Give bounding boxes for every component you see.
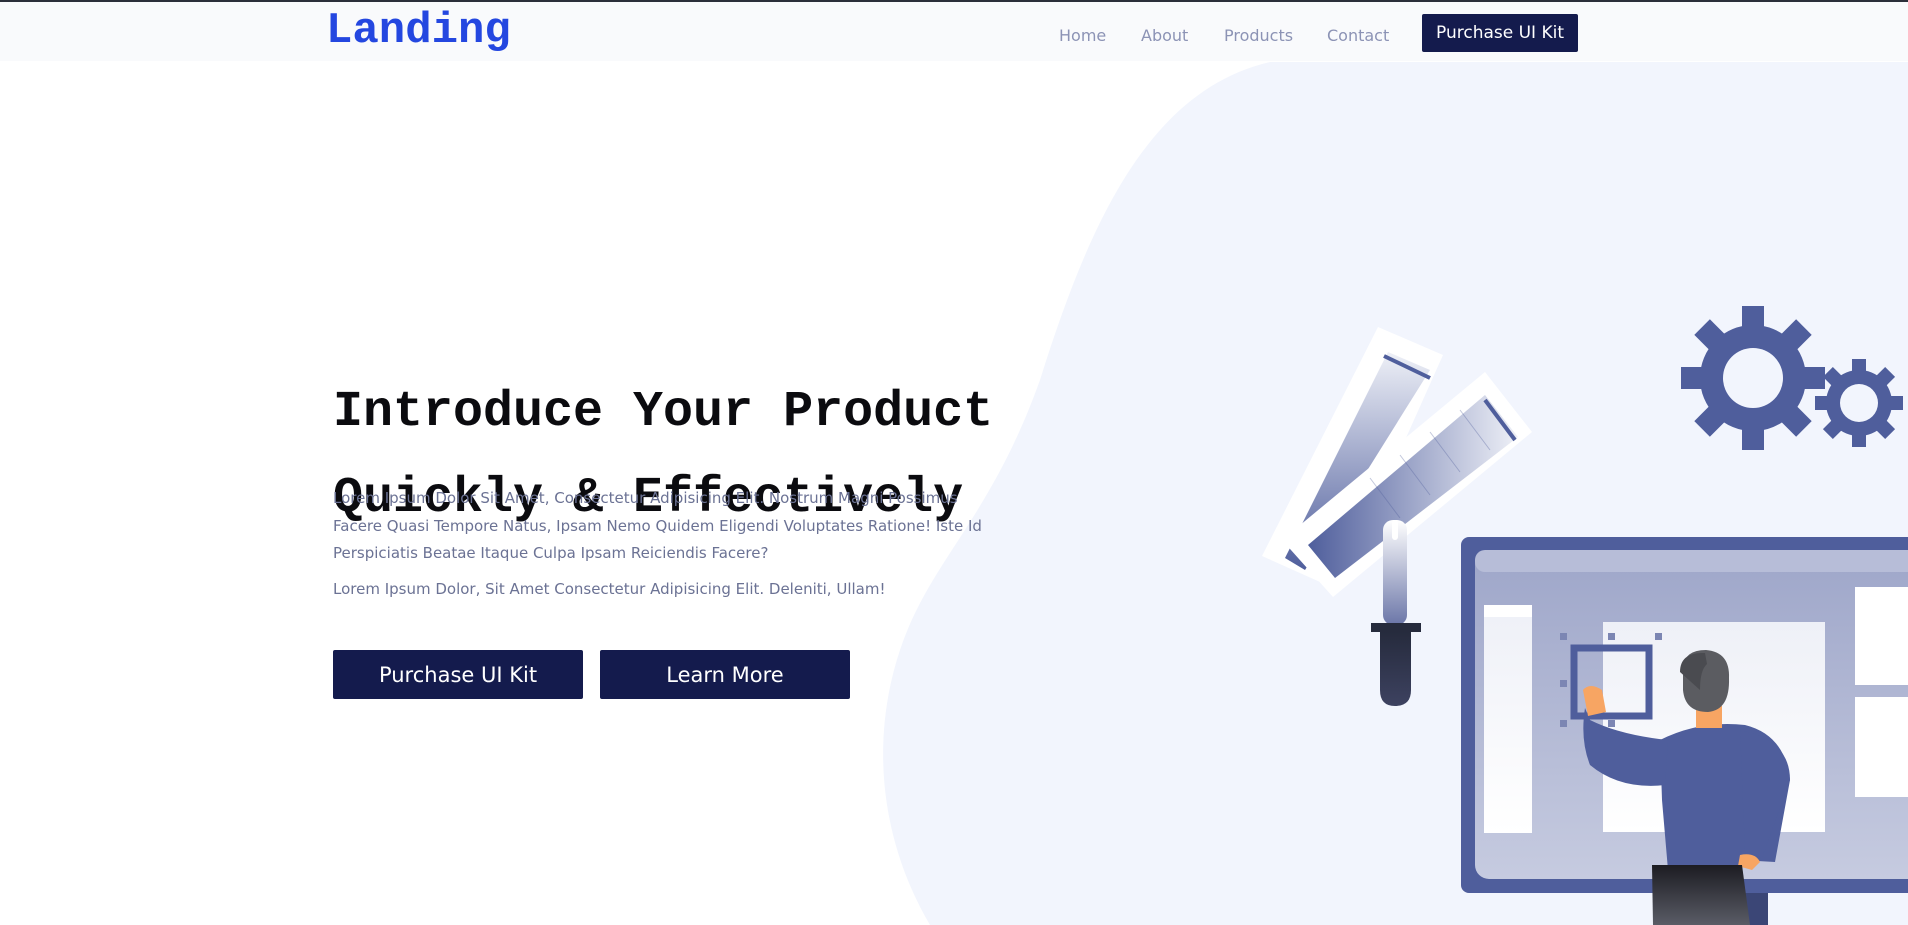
hero-subtext: Lorem Ipsum Dolor, Sit Amet Consectetur … — [333, 580, 886, 598]
nav-link-contact[interactable]: Contact — [1327, 26, 1389, 45]
purchase-ui-kit-button[interactable]: Purchase UI Kit — [333, 650, 583, 699]
hero-title-line-1: Introduce Your Product — [333, 384, 994, 441]
nav-link-about[interactable]: About — [1141, 26, 1188, 45]
nav-link-products[interactable]: Products — [1224, 26, 1293, 45]
nav-link-home[interactable]: Home — [1059, 26, 1106, 45]
logo[interactable]: Landing — [326, 6, 511, 56]
hero-illustration — [1262, 306, 1908, 925]
learn-more-button[interactable]: Learn More — [600, 650, 850, 699]
hero-description: Lorem Ipsum Dolor Sit Amet, Consectetur … — [333, 489, 982, 562]
gears-icon — [1681, 306, 1903, 450]
navbar: Landing Home About Products Contact Purc… — [0, 2, 1908, 61]
nav-purchase-button[interactable]: Purchase UI Kit — [1422, 14, 1578, 52]
